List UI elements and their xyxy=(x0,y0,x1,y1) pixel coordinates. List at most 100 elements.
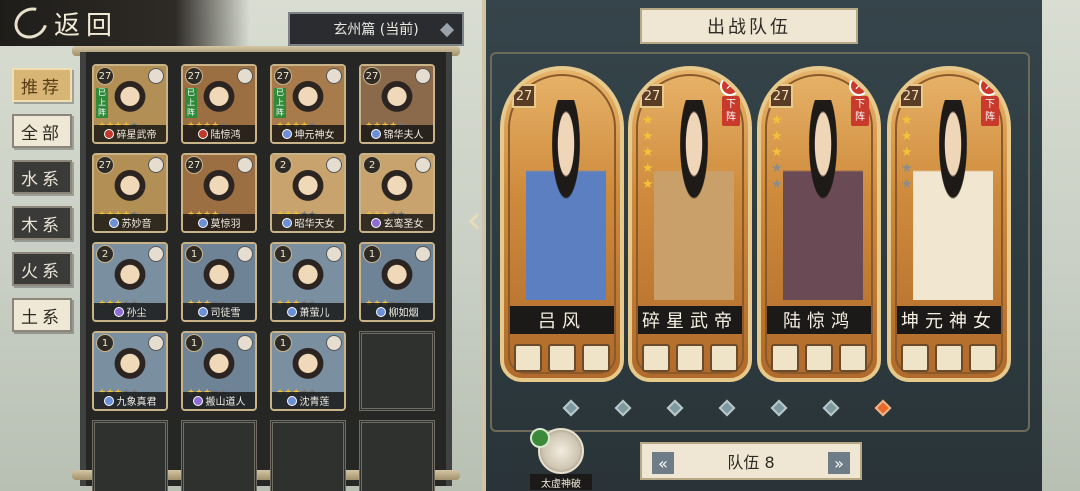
info-icon[interactable] xyxy=(415,68,431,84)
team-title: 出战队伍 xyxy=(640,8,858,44)
roster-card[interactable]: 27 已上阵 ★★★★★ 坤元神女 xyxy=(270,64,346,144)
info-icon[interactable] xyxy=(326,335,342,351)
remove-label[interactable]: 下阵 xyxy=(981,96,999,126)
hero-name-text: 碎星武帝 xyxy=(116,130,157,141)
on-team-badge: 已上阵 xyxy=(274,88,286,118)
armor-slot-icon[interactable] xyxy=(548,344,576,372)
info-icon[interactable] xyxy=(148,246,164,262)
info-icon[interactable] xyxy=(148,157,164,173)
skill-button[interactable]: 太虚神破 xyxy=(530,428,592,490)
hero-level: 27 xyxy=(899,84,923,108)
info-icon[interactable] xyxy=(415,246,431,262)
tab-fire[interactable]: 火系 xyxy=(12,252,72,286)
tab-all[interactable]: 全部 xyxy=(12,114,72,148)
armor-slot-icon[interactable] xyxy=(935,344,963,372)
roster-card[interactable]: 27 ★★★★★ 锦华夫人 xyxy=(359,64,435,144)
accessory-slot-icon[interactable] xyxy=(839,344,867,372)
level-badge: 27 xyxy=(96,156,114,174)
weapon-slot-icon[interactable] xyxy=(514,344,542,372)
remove-label[interactable]: 下阵 xyxy=(722,96,740,126)
equipment-row xyxy=(514,344,610,372)
back-button[interactable]: 返回 xyxy=(0,0,250,46)
remove-icon[interactable]: ✕ xyxy=(849,76,869,96)
team-dot[interactable] xyxy=(874,399,892,417)
hero-name: 碎星武帝 xyxy=(94,125,166,142)
info-icon[interactable] xyxy=(148,335,164,351)
tab-recommend[interactable]: 推荐 xyxy=(12,68,72,102)
empty-slot xyxy=(270,420,346,491)
element-icon xyxy=(370,217,381,228)
equipment-row xyxy=(642,344,738,372)
back-swirl-icon xyxy=(8,1,54,45)
roster-card[interactable]: 2 ★★★★★ 孙尘 xyxy=(92,242,168,322)
remove-label[interactable]: 下阵 xyxy=(851,96,869,126)
weapon-slot-icon[interactable] xyxy=(642,344,670,372)
hero-slot[interactable]: 27 ✕ 下阵 ★ ★ ★ ★ ★ 坤元神女 xyxy=(887,66,1011,382)
hero-name: 坤元神女 xyxy=(897,306,1001,334)
info-icon[interactable] xyxy=(326,68,342,84)
empty-slot xyxy=(181,420,257,491)
team-dot[interactable] xyxy=(666,399,684,417)
roster-card[interactable]: 1 ★★★★★ 搬山道人 xyxy=(181,331,257,411)
level-badge: 2 xyxy=(274,156,292,174)
hero-slot[interactable]: 27 ✕ 下阵 ★ ★ ★ ★ ★ 陆惊鸿 xyxy=(757,66,881,382)
tab-earth[interactable]: 土系 xyxy=(12,298,72,332)
hero-name-text: 沈青莲 xyxy=(299,397,330,408)
roster-card[interactable]: 1 ★★★★★ 沈青莲 xyxy=(270,331,346,411)
hero-art xyxy=(654,100,734,300)
hero-slot[interactable]: 27 ✕ 下阵 ★ ★ ★ ★ ★ 碎星武帝 xyxy=(628,66,752,382)
level-badge: 1 xyxy=(185,245,203,263)
team-nav-label: 队伍 8 xyxy=(727,453,775,472)
armor-slot-icon[interactable] xyxy=(676,344,704,372)
team-selector: « 队伍 8 » xyxy=(640,442,862,480)
accessory-slot-icon[interactable] xyxy=(969,344,997,372)
roster-card[interactable]: 1 ★★★★★ 柳如烟 xyxy=(359,242,435,322)
team-prev-icon[interactable]: « xyxy=(652,452,674,474)
info-icon[interactable] xyxy=(237,68,253,84)
roster-card[interactable]: 1 ★★★★★ 九象真君 xyxy=(92,331,168,411)
armor-slot-icon[interactable] xyxy=(805,344,833,372)
roster-card[interactable]: 27 已上阵 ★★★★★ 碎星武帝 xyxy=(92,64,168,144)
team-dot[interactable] xyxy=(562,399,580,417)
refresh-icon[interactable] xyxy=(530,428,550,448)
team-next-icon[interactable]: » xyxy=(828,452,850,474)
on-team-badge: 已上阵 xyxy=(185,88,197,118)
empty-slot xyxy=(92,420,168,491)
hero-slot[interactable]: 27 吕风 xyxy=(500,66,624,382)
team-dot[interactable] xyxy=(822,399,840,417)
info-icon[interactable] xyxy=(326,246,342,262)
roster-card[interactable]: 27 ★★★★★ 苏妙音 xyxy=(92,153,168,233)
team-dot[interactable] xyxy=(718,399,736,417)
chapter-selector[interactable]: 玄州篇 (当前) xyxy=(288,12,464,46)
info-icon[interactable] xyxy=(326,157,342,173)
weapon-slot-icon[interactable] xyxy=(901,344,929,372)
prev-arrow-icon[interactable]: ‹ xyxy=(466,200,490,244)
hero-name: 萧萤儿 xyxy=(272,303,344,320)
info-icon[interactable] xyxy=(237,246,253,262)
accessory-slot-icon[interactable] xyxy=(582,344,610,372)
roster-card[interactable]: 2 ★★★★★ 玄鸾圣女 xyxy=(359,153,435,233)
weapon-slot-icon[interactable] xyxy=(771,344,799,372)
accessory-slot-icon[interactable] xyxy=(710,344,738,372)
hero-name: 玄鸾圣女 xyxy=(361,214,433,231)
info-icon[interactable] xyxy=(237,335,253,351)
level-badge: 1 xyxy=(274,334,292,352)
roster-card[interactable]: 1 ★★★★★ 司徒雪 xyxy=(181,242,257,322)
info-icon[interactable] xyxy=(415,157,431,173)
hero-name-text: 玄鸾圣女 xyxy=(383,219,424,230)
level-badge: 27 xyxy=(274,67,292,85)
team-dot[interactable] xyxy=(770,399,788,417)
tab-wood[interactable]: 木系 xyxy=(12,206,72,240)
remove-icon[interactable]: ✕ xyxy=(720,76,740,96)
roster-card[interactable]: 1 ★★★★★ 萧萤儿 xyxy=(270,242,346,322)
tab-water[interactable]: 水系 xyxy=(12,160,72,194)
remove-icon[interactable]: ✕ xyxy=(979,76,999,96)
roster-card[interactable]: 27 已上阵 ★★★★★ 陆惊鸿 xyxy=(181,64,257,144)
roster-card[interactable]: 27 ★★★★★ 莫惊羽 xyxy=(181,153,257,233)
hero-name: 坤元神女 xyxy=(272,125,344,142)
info-icon[interactable] xyxy=(148,68,164,84)
roster-card[interactable]: 2 ★★★★★ 昭华天女 xyxy=(270,153,346,233)
info-icon[interactable] xyxy=(237,157,253,173)
equipment-row xyxy=(901,344,997,372)
team-dot[interactable] xyxy=(614,399,632,417)
